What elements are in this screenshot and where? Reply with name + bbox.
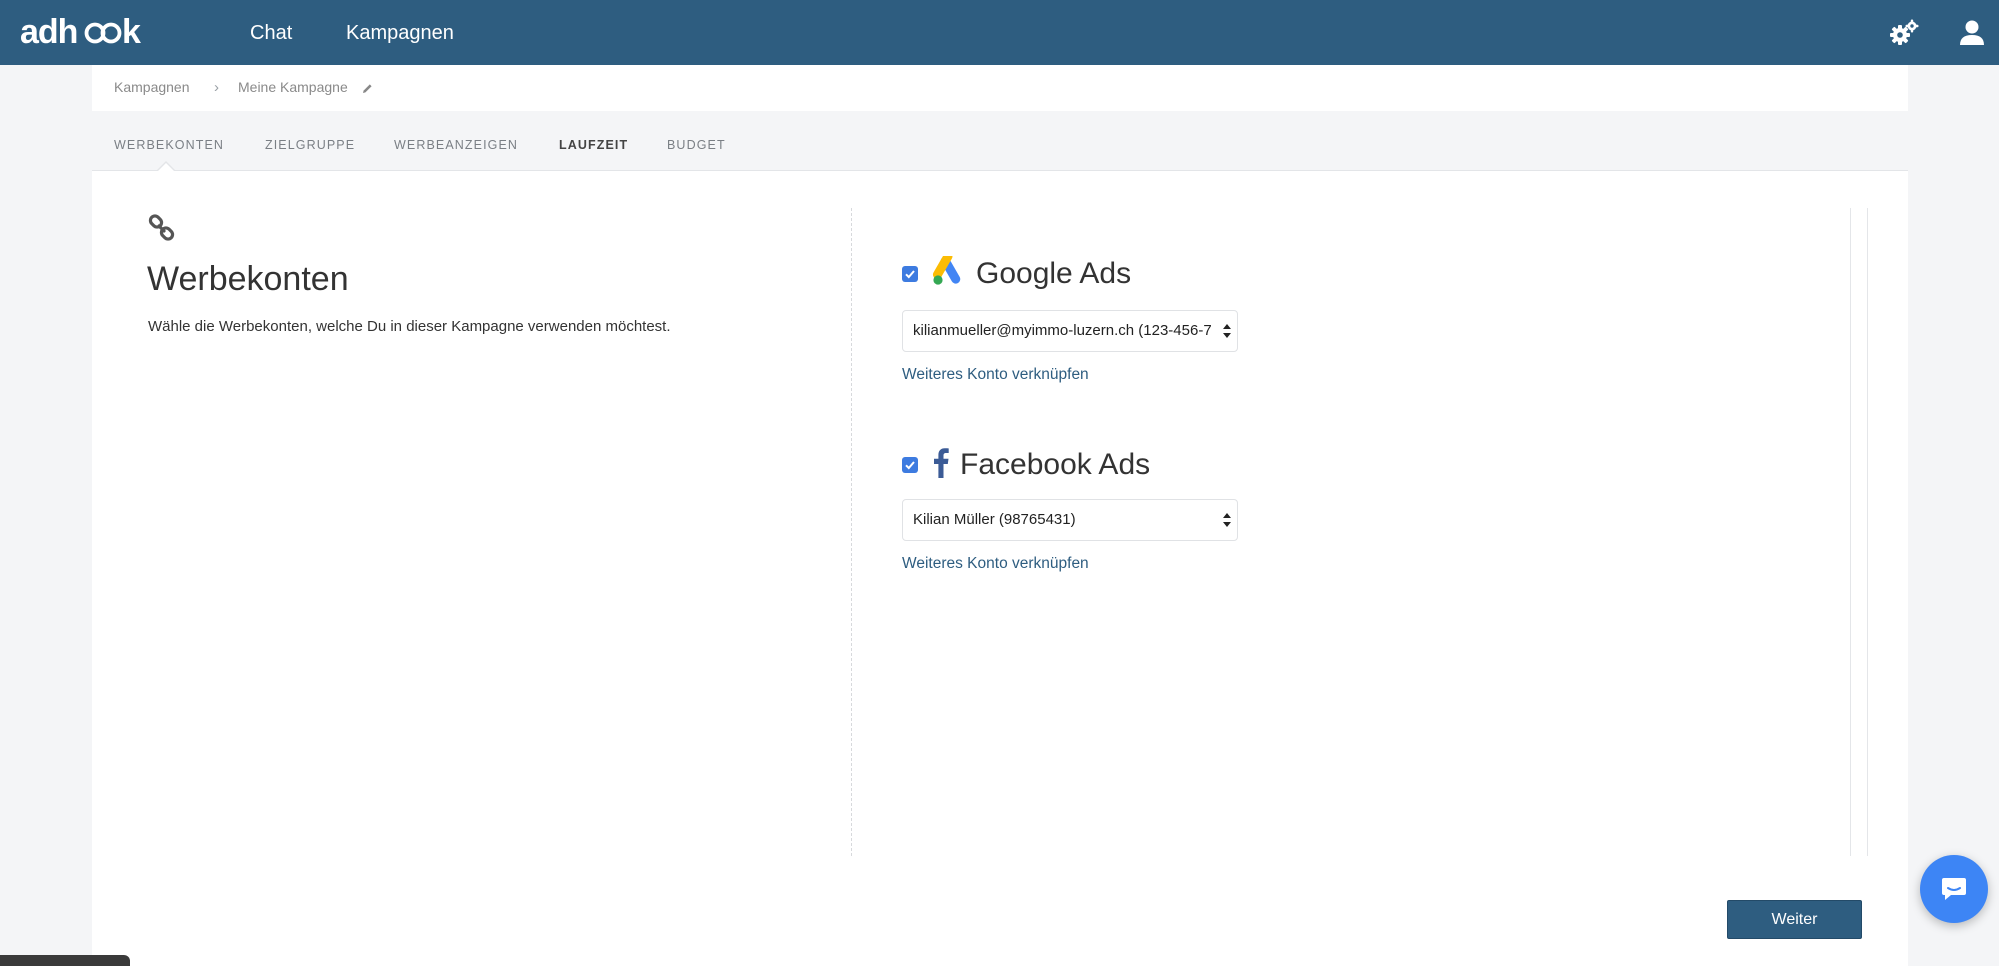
breadcrumb: Kampagnen › Meine Kampagne	[92, 65, 1908, 111]
section-description: Wähle die Werbekonten, welche Du in dies…	[148, 318, 671, 335]
select-arrows-icon	[1221, 324, 1231, 342]
facebook-link-account[interactable]: Weiteres Konto verknüpfen	[902, 555, 1089, 573]
status-bar-tooltip	[0, 955, 130, 966]
link-chain-icon	[148, 214, 178, 244]
tab-zielgruppe[interactable]: ZIELGRUPPE	[265, 138, 355, 152]
section-title: Werbekonten	[147, 260, 349, 298]
svg-text:adh: adh	[20, 13, 77, 51]
facebook-f-icon	[932, 446, 950, 483]
google-ads-logo-icon	[932, 251, 966, 291]
settings-gears-icon[interactable]	[1889, 18, 1919, 48]
adhook-logo[interactable]: adh k	[20, 12, 150, 52]
logo-wordmark: adh k	[20, 13, 142, 51]
column-divider	[851, 208, 852, 856]
google-account-value: kilianmueller@myimmo-luzern.ch (123-456-…	[913, 322, 1212, 339]
google-ads-header: Google Ads	[902, 251, 1132, 291]
tab-werbeanzeigen[interactable]: WERBEANZEIGEN	[394, 138, 518, 152]
select-arrows-icon	[1221, 513, 1231, 531]
chat-widget-button[interactable]	[1920, 855, 1988, 923]
breadcrumb-kampagnen[interactable]: Kampagnen	[114, 79, 190, 95]
edit-pencil-icon[interactable]	[362, 81, 373, 99]
facebook-ads-checkbox[interactable]	[902, 456, 918, 473]
breadcrumb-current: Meine Kampagne	[238, 79, 348, 95]
google-account-select[interactable]: kilianmueller@myimmo-luzern.ch (123-456-…	[902, 310, 1238, 352]
nav-kampagnen[interactable]: Kampagnen	[346, 22, 454, 45]
svg-text:k: k	[122, 13, 141, 51]
scrollbar[interactable]	[1850, 208, 1868, 856]
tab-budget[interactable]: BUDGET	[667, 138, 726, 152]
facebook-ads-header: Facebook Ads	[902, 446, 1150, 483]
google-ads-checkbox[interactable]	[902, 265, 918, 282]
facebook-account-select[interactable]: Kilian Müller (98765431)	[902, 499, 1238, 541]
tab-laufzeit[interactable]: LAUFZEIT	[559, 138, 628, 152]
weiter-button[interactable]: Weiter	[1727, 900, 1862, 939]
facebook-ads-title: Facebook Ads	[960, 447, 1151, 481]
facebook-account-value: Kilian Müller (98765431)	[913, 511, 1076, 528]
user-icon[interactable]	[1957, 18, 1987, 48]
breadcrumb-separator: ›	[214, 79, 219, 96]
step-tabs: WERBEKONTEN ZIELGRUPPE WERBEANZEIGEN LAU…	[92, 111, 1908, 171]
top-navbar: adh k Chat Kampagnen	[0, 0, 1999, 65]
nav-chat[interactable]: Chat	[250, 22, 292, 45]
tab-werbekonten[interactable]: WERBEKONTEN	[114, 138, 224, 152]
google-ads-title: Google Ads	[976, 256, 1132, 290]
google-link-account[interactable]: Weiteres Konto verknüpfen	[902, 366, 1089, 384]
chat-bubble-icon	[1942, 878, 1966, 900]
